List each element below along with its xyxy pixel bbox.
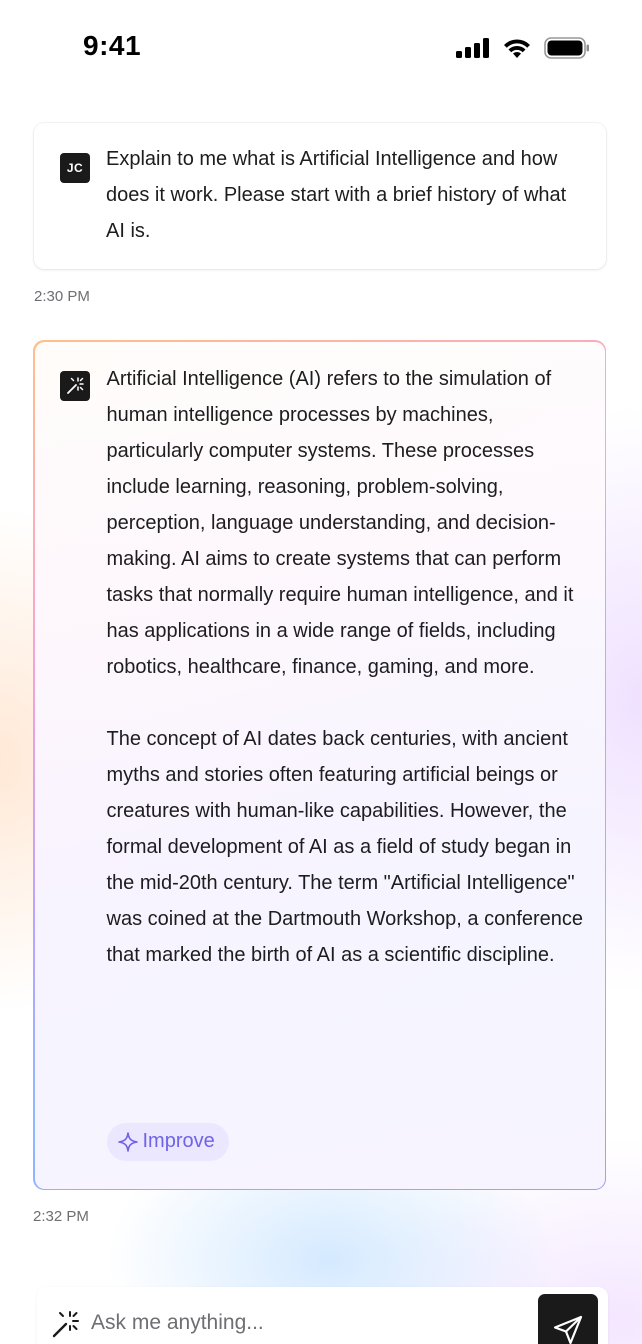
send-button[interactable]: [538, 1294, 598, 1344]
ai-paragraph: The concept of AI dates back centuries, …: [106, 727, 584, 966]
improve-button[interactable]: Improve: [106, 1122, 229, 1161]
send-icon: [553, 1315, 583, 1344]
ai-paragraph: Artificial Intelligence (AI) refers to t…: [106, 367, 574, 678]
user-message-timestamp: 2:30 PM: [34, 288, 90, 305]
chat-input[interactable]: Ask me anything...: [91, 1311, 264, 1335]
ai-avatar: [59, 370, 90, 401]
ai-message-card: Artificial Intelligence (AI) refers to t…: [33, 340, 606, 1190]
signal-icon: [456, 38, 489, 58]
user-message-text: Explain to me what is Artificial Intelli…: [106, 148, 567, 242]
wifi-icon: [504, 39, 530, 58]
status-bar: 9:41: [0, 0, 642, 96]
status-time: 9:41: [83, 30, 142, 61]
improve-label: Improve: [142, 1130, 215, 1152]
chat-input-bar: Ask me anything...: [37, 1287, 608, 1344]
sparkle-wand-icon: [66, 376, 84, 394]
sparkle-icon: [117, 1131, 138, 1152]
battery-icon: [544, 37, 589, 59]
status-icons: [456, 36, 590, 60]
user-message-card: JC Explain to me what is Artificial Inte…: [34, 123, 606, 269]
magic-wand-icon[interactable]: [51, 1309, 81, 1339]
ai-message-text: Artificial Intelligence (AI) refers to t…: [107, 361, 592, 973]
user-avatar: JC: [60, 153, 90, 183]
ai-message-timestamp: 2:32 PM: [33, 1208, 89, 1225]
